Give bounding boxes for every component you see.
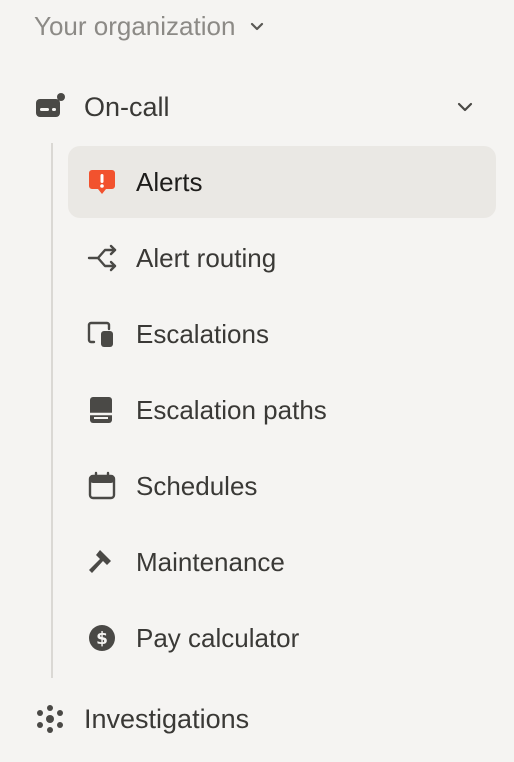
- nav-item-pay-calculator[interactable]: $ Pay calculator: [68, 602, 496, 674]
- hammer-icon: [86, 546, 118, 578]
- investigations-icon: [37, 705, 63, 733]
- nav-item-label: Pay calculator: [136, 622, 300, 653]
- nav-item-label: Schedules: [136, 470, 258, 501]
- nav-item-label: Maintenance: [136, 546, 285, 577]
- nav-item-label: Escalations: [136, 318, 269, 349]
- nav-item-alerts[interactable]: Alerts: [68, 146, 496, 218]
- nav-item-label: Alert routing: [136, 242, 277, 273]
- nav-item-label: Escalation paths: [136, 394, 327, 425]
- routing-icon: [86, 242, 118, 274]
- section-label: Investigations: [84, 703, 250, 734]
- escalation-icon: [86, 318, 118, 350]
- section-label: On-call: [84, 91, 170, 122]
- pager-icon: [36, 93, 65, 117]
- nav-item-escalations[interactable]: Escalations: [68, 298, 496, 370]
- nav-item-schedules[interactable]: Schedules: [68, 450, 496, 522]
- dollar-icon: $: [86, 622, 118, 654]
- section-investigations[interactable]: Investigations: [34, 696, 249, 742]
- nav-item-alert-routing[interactable]: Alert routing: [68, 222, 496, 294]
- tree-guide-line: [51, 143, 53, 678]
- section-on-call[interactable]: On-call: [34, 84, 476, 130]
- alert-icon: [86, 166, 118, 198]
- org-label: Your organization: [34, 10, 236, 41]
- on-call-nav: Alerts Alert routing Escalations Escalat…: [68, 146, 496, 678]
- escalation-path-icon: [86, 394, 118, 426]
- nav-item-maintenance[interactable]: Maintenance: [68, 526, 496, 598]
- calendar-icon: [86, 470, 118, 502]
- sidebar: Your organization On-call Alerts Alert r…: [0, 0, 514, 762]
- chevron-down-icon[interactable]: [454, 96, 476, 118]
- org-switcher[interactable]: Your organization: [34, 8, 267, 44]
- nav-item-label: Alerts: [136, 166, 203, 197]
- nav-item-escalation-paths[interactable]: Escalation paths: [68, 374, 496, 446]
- chevron-down-icon: [251, 22, 264, 31]
- svg-text:$: $: [96, 629, 108, 649]
